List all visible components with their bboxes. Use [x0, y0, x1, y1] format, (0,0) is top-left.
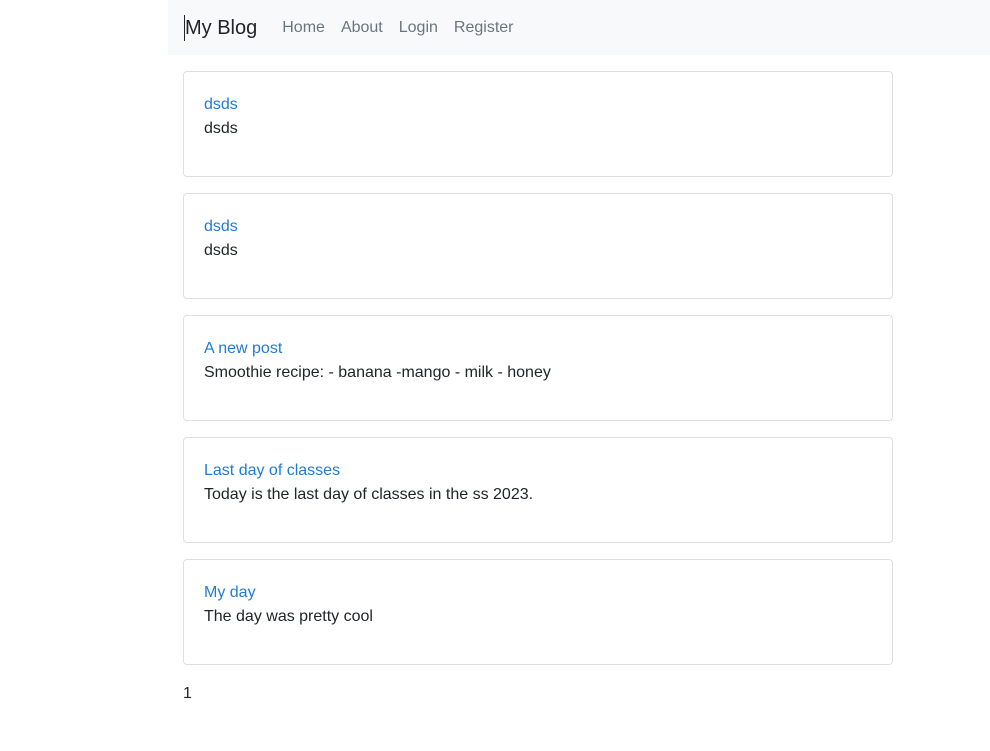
post-title-link[interactable]: Last day of classes	[204, 459, 872, 483]
post-body: dsds	[204, 242, 238, 259]
post-title-link[interactable]: dsds	[204, 215, 872, 239]
post-card: A new post Smoothie recipe: - banana -ma…	[183, 315, 893, 421]
post-card: My day The day was pretty cool	[183, 559, 893, 665]
post-card: Last day of classes Today is the last da…	[183, 437, 893, 543]
nav-link-register[interactable]: Register	[454, 16, 514, 40]
post-title-link[interactable]: dsds	[204, 93, 872, 117]
pagination-current-page[interactable]: 1	[183, 682, 192, 706]
post-list: dsds dsds dsds dsds A new post Smoothie …	[183, 71, 893, 681]
nav-link-about[interactable]: About	[341, 16, 383, 40]
post-body: dsds	[204, 120, 238, 137]
post-title-link[interactable]: A new post	[204, 337, 872, 361]
nav-link-login[interactable]: Login	[399, 16, 438, 40]
post-body: Today is the last day of classes in the …	[204, 486, 534, 503]
post-body: Smoothie recipe: - banana -mango - milk …	[204, 364, 551, 381]
post-title-link[interactable]: My day	[204, 581, 872, 605]
post-body: The day was pretty cool	[204, 608, 373, 625]
post-card: dsds dsds	[183, 71, 893, 177]
post-card: dsds dsds	[183, 193, 893, 299]
brand-link[interactable]: My Blog	[184, 14, 257, 41]
navbar: My Blog Home About Login Register	[168, 0, 990, 55]
nav-link-home[interactable]: Home	[282, 16, 325, 40]
